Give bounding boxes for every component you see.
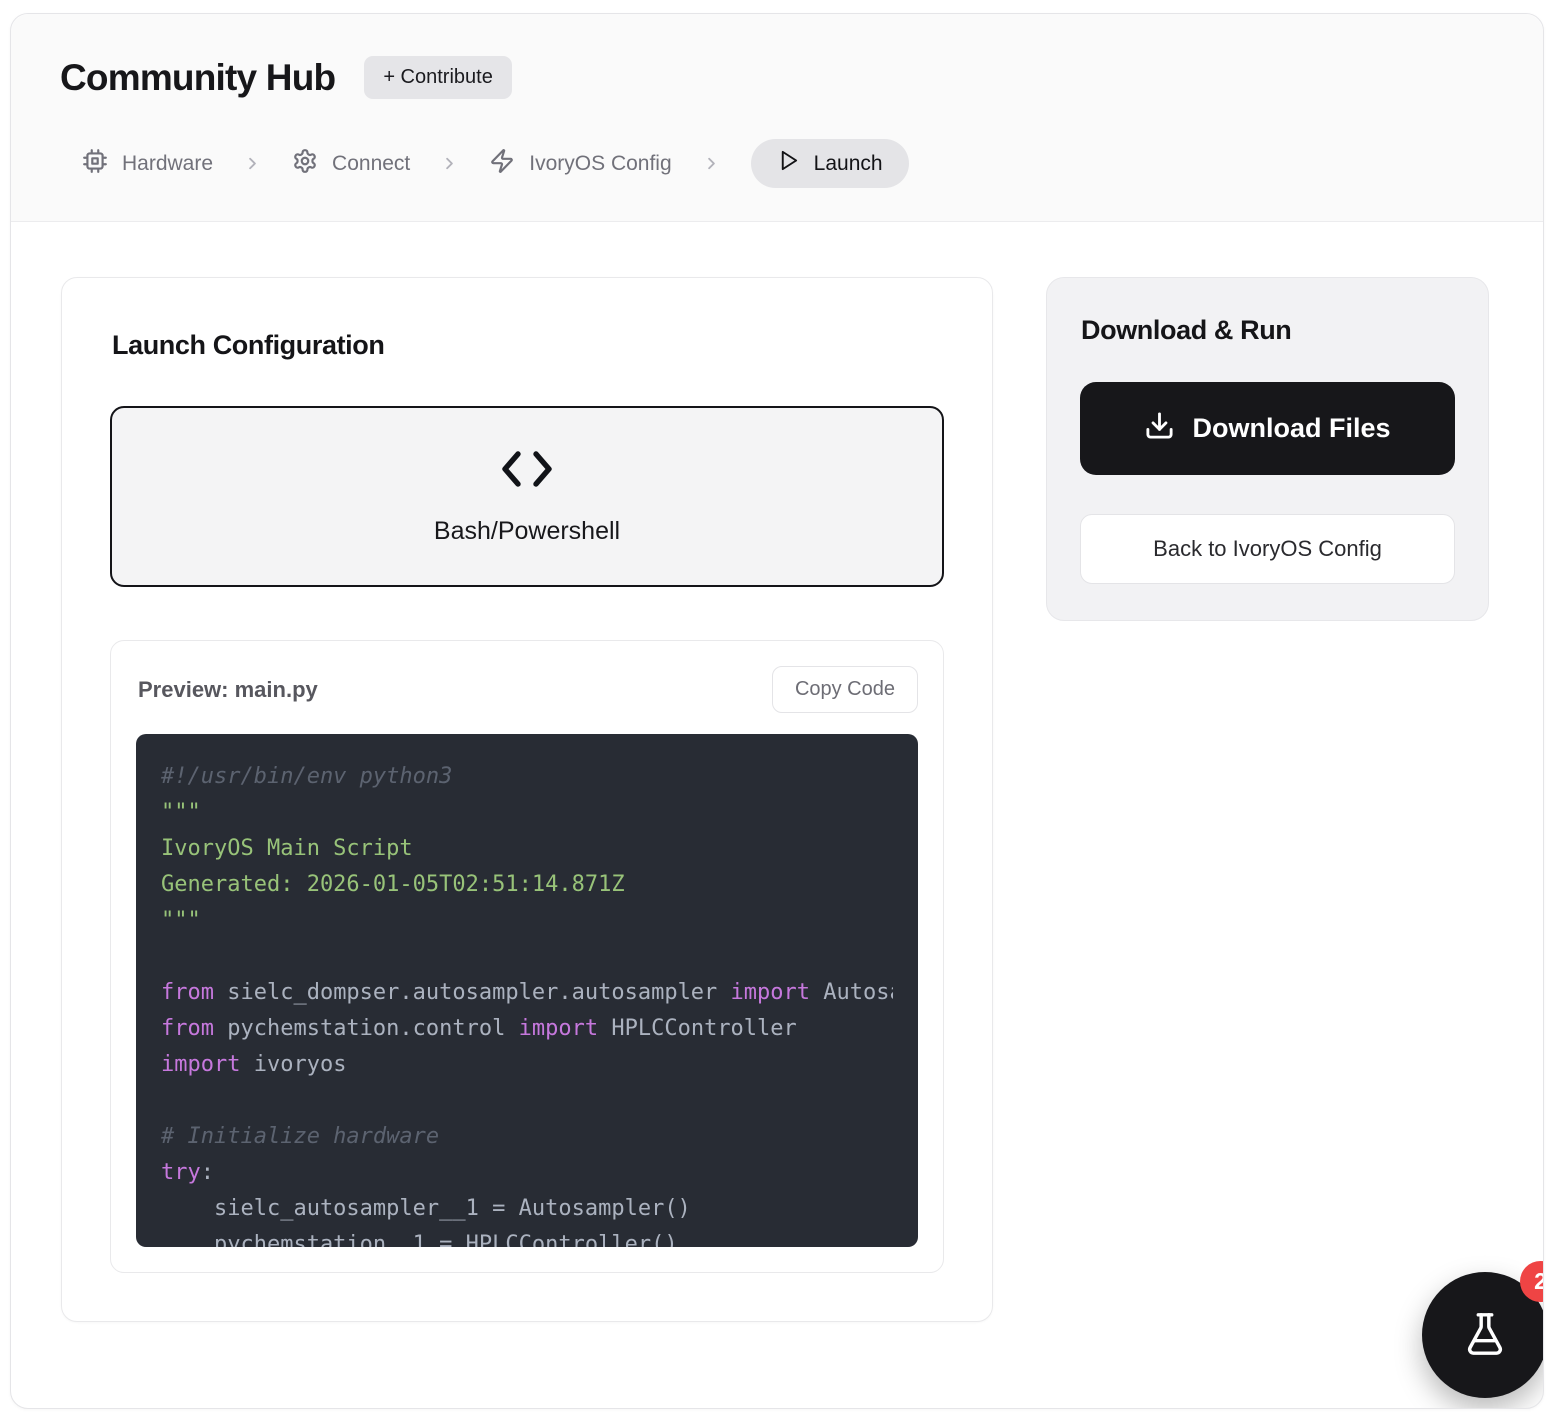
code-line: pychemstation__1 = HPLCController() xyxy=(161,1227,893,1247)
download-run-title: Download & Run xyxy=(1081,315,1455,346)
preview-card: Preview: main.py Copy Code #!/usr/bin/en… xyxy=(110,640,944,1273)
download-run-panel: Download & Run Download Files Back to Iv… xyxy=(1046,277,1489,621)
play-icon xyxy=(777,149,800,178)
code-line: try: xyxy=(161,1155,893,1191)
step-ivoryos-config[interactable]: IvoryOS Config xyxy=(489,148,671,180)
download-icon xyxy=(1144,410,1175,448)
launch-configuration-card: Launch Configuration Bash/Powershell Pre… xyxy=(61,277,993,1322)
code-brackets-icon xyxy=(498,448,556,495)
flask-icon xyxy=(1462,1311,1508,1360)
content: Launch Configuration Bash/Powershell Pre… xyxy=(11,222,1543,1322)
copy-code-button[interactable]: Copy Code xyxy=(772,666,918,713)
preview-title: Preview: main.py xyxy=(138,677,318,703)
contribute-button[interactable]: + Contribute xyxy=(364,56,512,99)
step-label: Hardware xyxy=(122,152,213,176)
code-line: """ xyxy=(161,795,893,831)
code-line: sielc_autosampler__1 = Autosampler() xyxy=(161,1191,893,1227)
code-line: from pychemstation.control import HPLCCo… xyxy=(161,1011,893,1047)
title-row: Community Hub + Contribute xyxy=(60,56,1494,99)
bash-powershell-option[interactable]: Bash/Powershell xyxy=(110,406,944,587)
back-to-ivoryos-config-button[interactable]: Back to IvoryOS Config xyxy=(1080,514,1455,584)
gear-icon xyxy=(292,148,318,180)
stepper: Hardware Connect xyxy=(60,139,1494,188)
shell-option-label: Bash/Powershell xyxy=(434,517,620,546)
header: Community Hub + Contribute Hardware xyxy=(11,14,1543,222)
step-label: IvoryOS Config xyxy=(529,152,671,176)
step-launch[interactable]: Launch xyxy=(751,139,909,188)
code-line xyxy=(161,1083,893,1119)
code-block: #!/usr/bin/env python3"""IvoryOS Main Sc… xyxy=(136,734,918,1247)
experiment-fab-button[interactable]: 2 xyxy=(1422,1272,1544,1398)
community-hub-window: Community Hub + Contribute Hardware xyxy=(10,13,1544,1409)
lightning-icon xyxy=(489,148,515,180)
download-files-button[interactable]: Download Files xyxy=(1080,382,1455,475)
cpu-icon xyxy=(82,148,108,180)
step-connect[interactable]: Connect xyxy=(292,148,410,180)
code-line xyxy=(161,939,893,975)
code-line: #!/usr/bin/env python3 xyxy=(161,759,893,795)
code-line: import ivoryos xyxy=(161,1047,893,1083)
launch-configuration-title: Launch Configuration xyxy=(112,330,944,361)
code-line: """ xyxy=(161,903,893,939)
page-title: Community Hub xyxy=(60,57,335,99)
download-files-label: Download Files xyxy=(1192,413,1390,444)
step-hardware[interactable]: Hardware xyxy=(82,148,213,180)
chevron-right-icon xyxy=(440,154,459,173)
step-label: Launch xyxy=(814,152,883,176)
chevron-right-icon xyxy=(243,154,262,173)
step-label: Connect xyxy=(332,152,410,176)
code-line: from sielc_dompser.autosampler.autosampl… xyxy=(161,975,893,1011)
preview-header: Preview: main.py Copy Code xyxy=(136,666,918,713)
code-line: IvoryOS Main Script xyxy=(161,831,893,867)
code-line: # Initialize hardware xyxy=(161,1119,893,1155)
chevron-right-icon xyxy=(702,154,721,173)
code-line: Generated: 2026-01-05T02:51:14.871Z xyxy=(161,867,893,903)
